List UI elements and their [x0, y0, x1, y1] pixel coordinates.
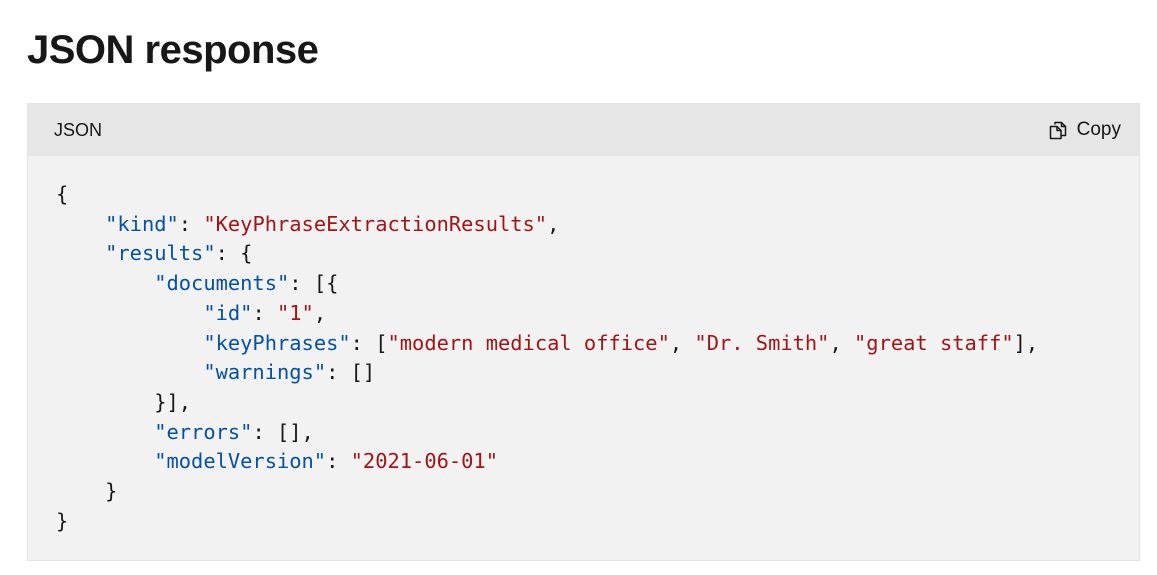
json-punctuation: , [313, 300, 327, 325]
json-key: "results" [105, 241, 216, 266]
json-key: "warnings" [203, 360, 327, 385]
json-punctuation: : [{ [289, 271, 339, 296]
json-punctuation: : [ [350, 330, 388, 355]
json-punctuation: , [829, 330, 855, 355]
json-string: "1" [277, 300, 314, 325]
code-line: } [56, 477, 1111, 507]
code-language-label: JSON [54, 119, 103, 140]
json-punctuation: : [] [326, 360, 376, 385]
json-punctuation: : [252, 300, 277, 325]
json-punctuation: { [56, 182, 69, 206]
json-punctuation [56, 212, 105, 236]
json-punctuation [56, 420, 154, 444]
json-string: "Dr. Smith" [694, 330, 830, 355]
json-string: "modern medical office" [387, 330, 670, 355]
json-key: "keyPhrases" [203, 330, 351, 355]
json-punctuation [56, 331, 203, 355]
code-line: "results": { [56, 239, 1111, 269]
code-line: "errors": [], [56, 418, 1111, 448]
json-string: "KeyPhraseExtractionResults" [203, 211, 548, 236]
json-punctuation: ], [1013, 330, 1039, 355]
json-key: "errors" [154, 419, 253, 444]
code-line: "kind": "KeyPhraseExtractionResults", [56, 210, 1111, 240]
json-punctuation [56, 301, 203, 325]
code-block: JSON Copy { "kind": "KeyPhraseExtraction… [27, 103, 1140, 561]
code-line: { [56, 180, 1111, 210]
json-key: "kind" [105, 211, 179, 236]
json-key: "id" [203, 300, 253, 325]
copy-icon [1047, 119, 1069, 141]
json-punctuation: } [56, 508, 69, 533]
json-key: "modelVersion" [154, 449, 327, 474]
code-line: "keyPhrases": ["modern medical office", … [56, 329, 1111, 359]
json-punctuation: : [], [252, 419, 314, 444]
json-punctuation [56, 449, 154, 473]
code-header: JSON Copy [28, 104, 1139, 156]
json-punctuation: , [547, 211, 560, 236]
json-key: "documents" [154, 271, 290, 296]
json-punctuation: } [56, 479, 118, 504]
json-punctuation [56, 241, 105, 265]
code-line: }], [56, 388, 1111, 418]
code-line: "warnings": [] [56, 358, 1111, 388]
json-punctuation: , [669, 330, 695, 355]
json-punctuation: : [326, 449, 351, 474]
json-punctuation: : { [215, 241, 253, 266]
code-content: { "kind": "KeyPhraseExtractionResults", … [28, 156, 1139, 536]
json-punctuation [56, 360, 203, 384]
code-line: } [56, 507, 1111, 537]
code-line: "id": "1", [56, 299, 1111, 329]
code-line: "modelVersion": "2021-06-01" [56, 447, 1111, 477]
copy-button-label: Copy [1076, 119, 1121, 140]
code-line: "documents": [{ [56, 269, 1111, 299]
json-punctuation [56, 271, 154, 295]
json-string: "great staff" [854, 330, 1014, 355]
json-punctuation: : [178, 211, 204, 236]
json-punctuation: }], [56, 389, 192, 414]
json-string: "2021-06-01" [350, 449, 498, 474]
copy-button[interactable]: Copy [1047, 119, 1121, 141]
page-title: JSON response [27, 28, 319, 72]
